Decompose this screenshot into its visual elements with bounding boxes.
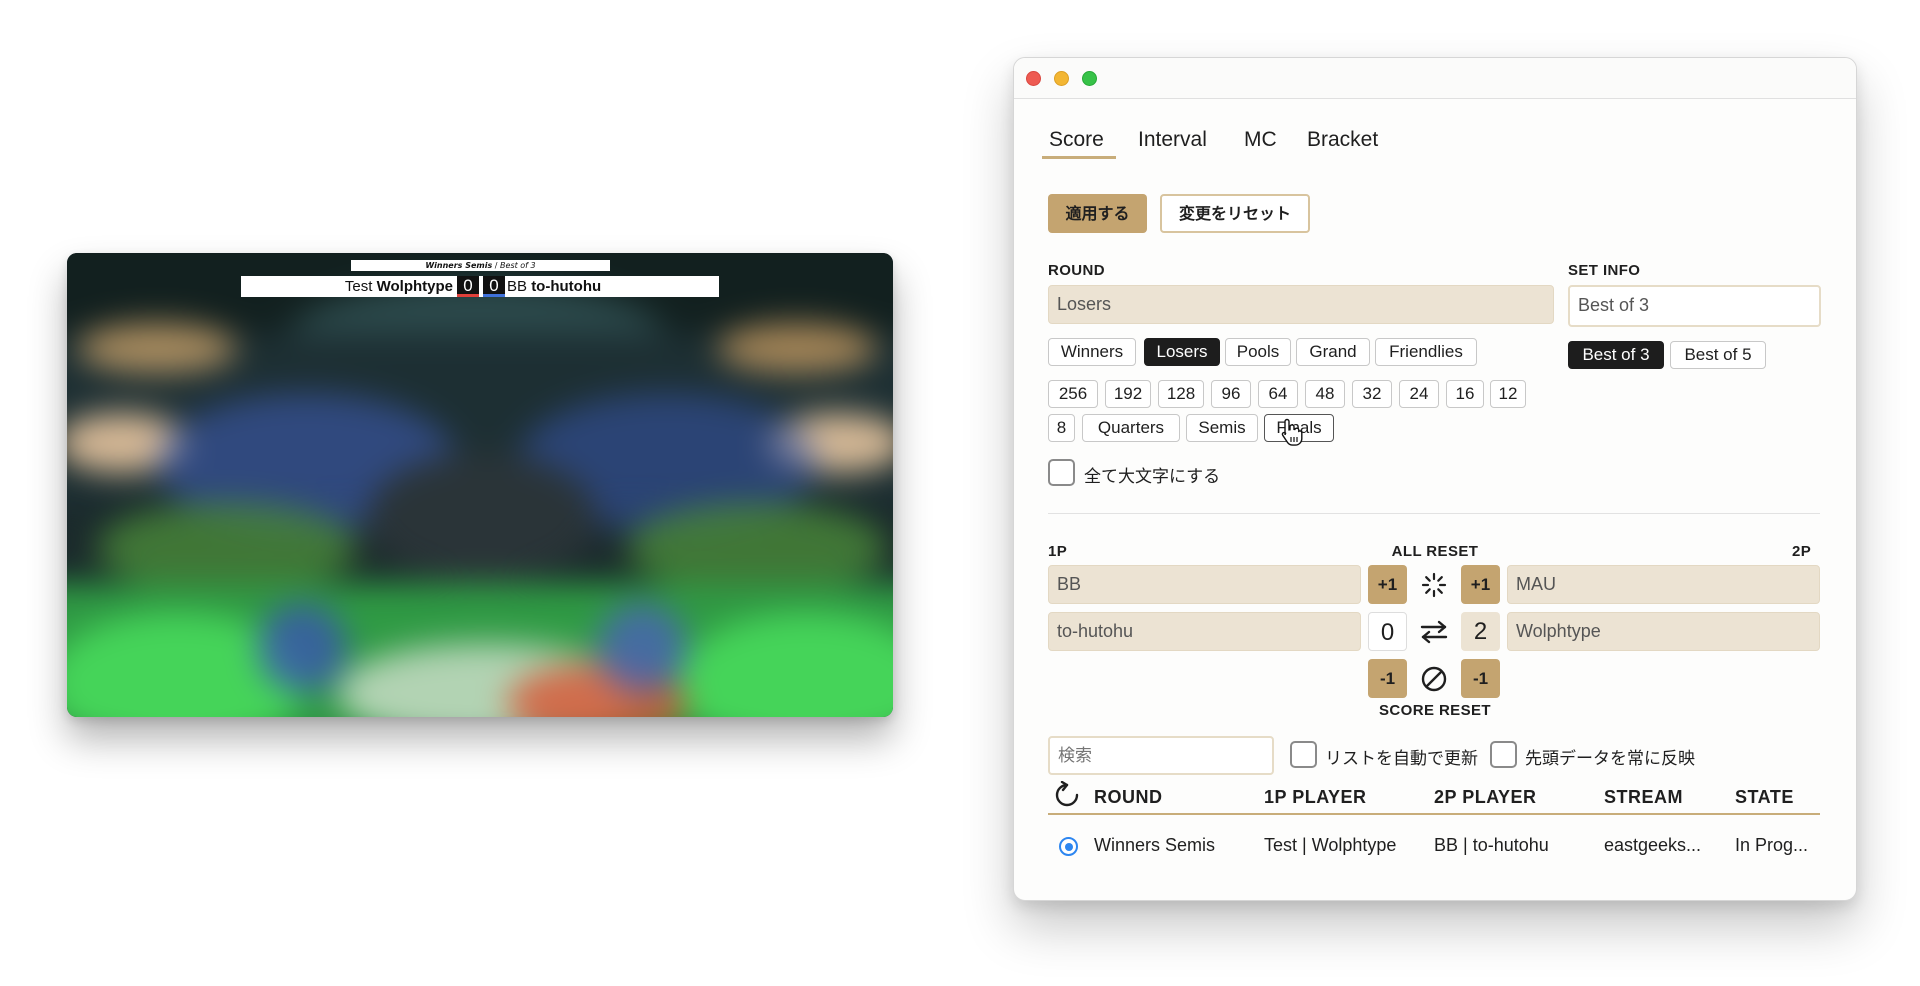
row-1p-player: Test | Wolphtype	[1264, 835, 1397, 855]
p1-score-display: 0	[1368, 612, 1407, 651]
search-input[interactable]	[1048, 736, 1274, 775]
row-2p-player: BB | to-hutohu	[1434, 835, 1549, 855]
preview-background	[67, 253, 893, 717]
uppercase-label: 全て大文字にする	[1084, 467, 1221, 487]
minimize-window-button[interactable]	[1054, 71, 1069, 86]
always-reflect-checkbox[interactable]	[1490, 741, 1517, 768]
row-round: Winners Semis	[1094, 835, 1216, 855]
p1-team-input[interactable]: BB	[1048, 565, 1361, 604]
p2-score-display: 2	[1461, 612, 1500, 651]
score-control-window: Score Interval MC Bracket 適用する 変更をリセット R…	[1013, 57, 1857, 901]
all-reset-label: ALL RESET	[1391, 543, 1479, 560]
round-input[interactable]: Losers	[1048, 285, 1554, 324]
p2-minus-one-button[interactable]: -1	[1461, 659, 1500, 698]
score-reset-label: SCORE RESET	[1379, 702, 1491, 719]
tab-bracket[interactable]: Bracket	[1307, 128, 1378, 152]
scoreboard-set-info: Best of 3	[500, 261, 536, 270]
scoreboard-round-bar: Winners Semis / Best of 3	[351, 260, 610, 271]
p1-label: 1P	[1048, 543, 1068, 560]
p2-team-input[interactable]: MAU	[1507, 565, 1820, 604]
chip-best-of-3[interactable]: Best of 3	[1568, 341, 1664, 369]
table-header-line	[1048, 813, 1820, 815]
chip-16[interactable]: 16	[1446, 380, 1484, 408]
row-stream: eastgeeks...	[1604, 835, 1702, 855]
chip-8[interactable]: 8	[1048, 414, 1075, 442]
p2-name-input[interactable]: Wolphtype	[1507, 612, 1820, 651]
scoreboard-round-separator: /	[492, 261, 501, 270]
p2-label: 2P	[1792, 543, 1812, 560]
refresh-icon	[1055, 781, 1079, 807]
chip-semis[interactable]: Semis	[1186, 414, 1258, 442]
apply-button[interactable]: 適用する	[1048, 194, 1147, 233]
chip-192[interactable]: 192	[1105, 380, 1151, 408]
auto-update-label: リストを自動で更新	[1325, 749, 1478, 769]
row-state: In Prog...	[1735, 835, 1809, 855]
chip-256[interactable]: 256	[1048, 380, 1098, 408]
all-reset-button[interactable]	[1414, 565, 1453, 604]
chip-32[interactable]: 32	[1352, 380, 1392, 408]
close-window-button[interactable]	[1026, 71, 1041, 86]
score-reset-button[interactable]	[1414, 659, 1453, 698]
scoreboard-round-name: Winners Semis	[425, 261, 493, 270]
maximize-window-button[interactable]	[1082, 71, 1097, 86]
title-bar	[1014, 58, 1856, 99]
chip-128[interactable]: 128	[1158, 380, 1204, 408]
auto-update-checkbox[interactable]	[1290, 741, 1317, 768]
chip-48[interactable]: 48	[1305, 380, 1345, 408]
loader-icon	[1421, 572, 1446, 597]
row-select-radio[interactable]	[1059, 837, 1078, 856]
chip-friendlies[interactable]: Friendlies	[1375, 338, 1477, 366]
chip-best-of-5[interactable]: Best of 5	[1670, 341, 1766, 369]
chip-24[interactable]: 24	[1399, 380, 1439, 408]
col-header-stream: STREAM	[1604, 787, 1683, 807]
p1-minus-one-button[interactable]: -1	[1368, 659, 1407, 698]
scoreboard-player1: Test Wolphtype	[345, 276, 453, 297]
scoreboard-p2-name: to-hutohu	[531, 278, 602, 295]
active-tab-indicator	[1042, 156, 1116, 159]
scoreboard-player2: BB to-hutohu	[507, 276, 601, 297]
scoreboard-p1-team: Test	[344, 278, 373, 295]
tab-interval[interactable]: Interval	[1138, 128, 1207, 152]
p2-plus-one-button[interactable]: +1	[1461, 565, 1500, 604]
chip-64[interactable]: 64	[1258, 380, 1298, 408]
col-header-1p-player: 1P PLAYER	[1264, 787, 1367, 807]
tab-mc[interactable]: MC	[1244, 128, 1277, 152]
scoreboard-bar: Test Wolphtype 0 0 BB to-hutohu	[241, 276, 719, 297]
chip-grand[interactable]: Grand	[1296, 338, 1370, 366]
scoreboard-p1-name: Wolphtype	[376, 278, 453, 295]
chip-96[interactable]: 96	[1211, 380, 1251, 408]
tab-score[interactable]: Score	[1049, 128, 1104, 152]
col-header-round: ROUND	[1094, 787, 1163, 807]
always-reflect-label: 先頭データを常に反映	[1525, 749, 1695, 769]
scoreboard-p2-team: BB	[507, 278, 528, 295]
uppercase-checkbox[interactable]	[1048, 459, 1075, 486]
round-label: ROUND	[1048, 262, 1105, 279]
hand-pointer-cursor-icon	[1281, 418, 1303, 446]
p1-name-input[interactable]: to-hutohu	[1048, 612, 1361, 651]
p1-plus-one-button[interactable]: +1	[1368, 565, 1407, 604]
set-info-input[interactable]: Best of 3	[1568, 285, 1821, 327]
set-info-label: SET INFO	[1568, 262, 1641, 279]
section-divider	[1048, 513, 1820, 514]
chip-losers[interactable]: Losers	[1144, 338, 1220, 366]
refresh-list-button[interactable]	[1052, 780, 1082, 810]
prohibit-icon	[1421, 666, 1446, 691]
stream-preview: Winners Semis / Best of 3 Test Wolphtype…	[67, 253, 893, 717]
chip-quarters[interactable]: Quarters	[1082, 414, 1180, 442]
chip-winners[interactable]: Winners	[1048, 338, 1136, 366]
col-header-state: STATE	[1735, 787, 1794, 807]
chip-pools[interactable]: Pools	[1225, 338, 1291, 366]
scoreboard-p1-score: 0	[457, 276, 479, 297]
chip-12[interactable]: 12	[1490, 380, 1526, 408]
reset-changes-button[interactable]: 変更をリセット	[1160, 194, 1310, 233]
col-header-2p-player: 2P PLAYER	[1434, 787, 1537, 807]
swap-players-button[interactable]	[1414, 612, 1453, 651]
swap-arrows-icon	[1420, 620, 1447, 643]
scoreboard-p2-score: 0	[483, 276, 505, 297]
